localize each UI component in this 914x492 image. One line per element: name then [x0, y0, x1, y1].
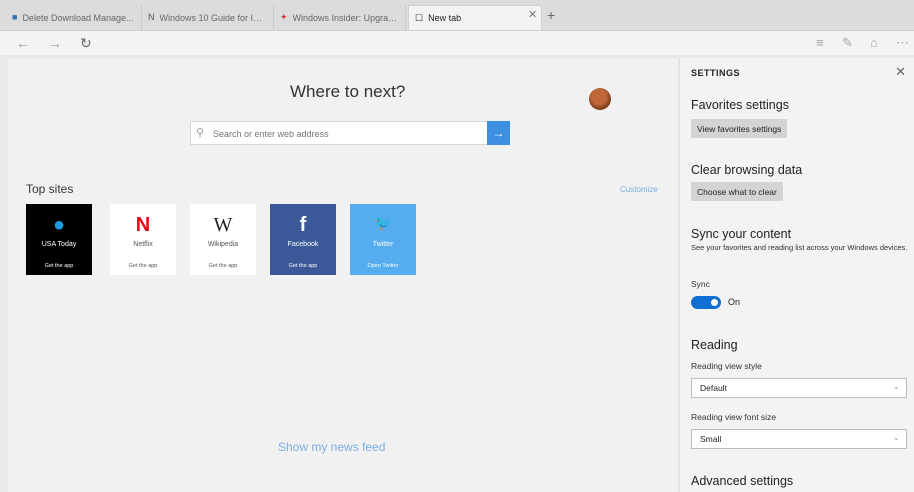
page-title: Where to next?: [290, 82, 406, 101]
tab-label: Windows Insider: Upgrade...: [292, 12, 399, 23]
facebook-logo-icon: f: [299, 214, 307, 236]
tab-2[interactable]: N Windows 10 Guide for IT pr...: [142, 5, 274, 30]
top-site-sub: Open Twitter: [367, 263, 399, 269]
tab-favicon-icon: ☐: [415, 12, 424, 23]
top-sites-heading: Top sites: [26, 182, 74, 196]
hub-icon[interactable]: ≡: [816, 35, 824, 50]
settings-title: SETTINGS: [691, 68, 741, 78]
top-site-wikipedia[interactable]: W Wikipedia Get the app: [190, 204, 256, 275]
reading-style-select[interactable]: Default ⌄: [691, 378, 907, 398]
close-tab-icon[interactable]: ✕: [528, 8, 537, 21]
advanced-settings-heading[interactable]: Advanced settings: [691, 474, 793, 488]
sync-heading: Sync your content: [691, 227, 792, 241]
new-tab-page: Where to next? ⚲ → Top sites Customize ●…: [8, 58, 678, 492]
tab-label: Delete Download Manage...: [22, 12, 134, 23]
tab-favicon-icon: ✦: [280, 12, 288, 22]
tab-1[interactable]: ■ Delete Download Manage...: [6, 5, 142, 30]
reading-font-label: Reading view font size: [691, 412, 777, 422]
more-icon[interactable]: ⋯: [896, 35, 909, 51]
top-site-name: Netflix: [133, 241, 153, 248]
netflix-logo-icon: N: [135, 214, 151, 236]
web-note-icon[interactable]: ✎: [842, 35, 853, 51]
top-site-sub: Get the app: [208, 263, 238, 269]
top-site-sub: Get the app: [44, 263, 74, 269]
sync-state: On: [728, 297, 741, 307]
tab-bar: ■ Delete Download Manage... N Windows 10…: [0, 0, 914, 31]
top-site-name: Twitter: [372, 241, 394, 248]
choose-what-to-clear-button[interactable]: Choose what to clear: [691, 182, 783, 201]
close-icon[interactable]: ✕: [895, 64, 906, 80]
navigation-bar: ← → ↻ ≡ ✎ ⌂ ⋯: [0, 31, 914, 55]
wikipedia-logo-icon: W: [213, 214, 233, 236]
tab-new-tab[interactable]: ☐ New tab: [408, 5, 542, 30]
search-input[interactable]: [211, 126, 485, 142]
top-site-sub: Get the app: [288, 263, 318, 269]
top-site-name: Facebook: [287, 241, 319, 248]
tab-favicon-icon: N: [148, 12, 155, 22]
settings-panel: SETTINGS ✕ Favorites settings View favor…: [679, 58, 914, 492]
avatar[interactable]: [589, 88, 611, 110]
show-news-feed-link[interactable]: Show my news feed: [278, 440, 385, 454]
reading-style-label: Reading view style: [691, 361, 762, 371]
view-favorites-settings-button[interactable]: View favorites settings: [691, 119, 788, 138]
twitter-logo-icon: 🐦: [373, 215, 393, 232]
search-box: ⚲ →: [190, 121, 510, 145]
reading-font-value: Small: [700, 434, 722, 444]
top-site-name: Wikipedia: [207, 241, 239, 248]
tab-label: Windows 10 Guide for IT pr...: [159, 12, 268, 23]
reading-heading: Reading: [691, 338, 738, 352]
tab-label: New tab: [428, 13, 462, 23]
new-tab-button[interactable]: +: [547, 7, 555, 23]
usa-today-logo-icon: ●: [52, 214, 66, 236]
reading-style-value: Default: [700, 383, 727, 393]
top-site-twitter[interactable]: 🐦 Twitter Open Twitter: [350, 204, 416, 275]
favorites-heading: Favorites settings: [691, 98, 789, 112]
top-site-netflix[interactable]: N Netflix Get the app: [110, 204, 176, 275]
chevron-down-icon: ⌄: [892, 432, 900, 442]
refresh-icon[interactable]: ↻: [80, 35, 92, 52]
share-icon[interactable]: ⌂: [870, 35, 878, 50]
sync-toggle[interactable]: [691, 296, 721, 309]
sync-description: See your favorites and reading list acro…: [691, 243, 908, 252]
tab-favicon-icon: ■: [12, 12, 18, 22]
top-site-usa-today[interactable]: ● USA Today Get the app: [26, 204, 92, 275]
customize-link[interactable]: Customize: [620, 185, 658, 194]
chevron-down-icon: ⌄: [892, 381, 900, 391]
clear-browsing-heading: Clear browsing data: [691, 163, 803, 177]
go-button[interactable]: →: [487, 121, 510, 145]
tab-3[interactable]: ✦ Windows Insider: Upgrade...: [274, 5, 406, 30]
top-site-facebook[interactable]: f Facebook Get the app: [270, 204, 336, 275]
forward-icon[interactable]: →: [48, 35, 62, 51]
reading-font-select[interactable]: Small ⌄: [691, 429, 907, 449]
search-icon: ⚲: [196, 127, 205, 139]
back-icon[interactable]: ←: [16, 35, 30, 51]
sync-label: Sync: [691, 279, 710, 289]
top-site-sub: Get the app: [128, 263, 158, 269]
top-site-name: USA Today: [41, 241, 77, 248]
